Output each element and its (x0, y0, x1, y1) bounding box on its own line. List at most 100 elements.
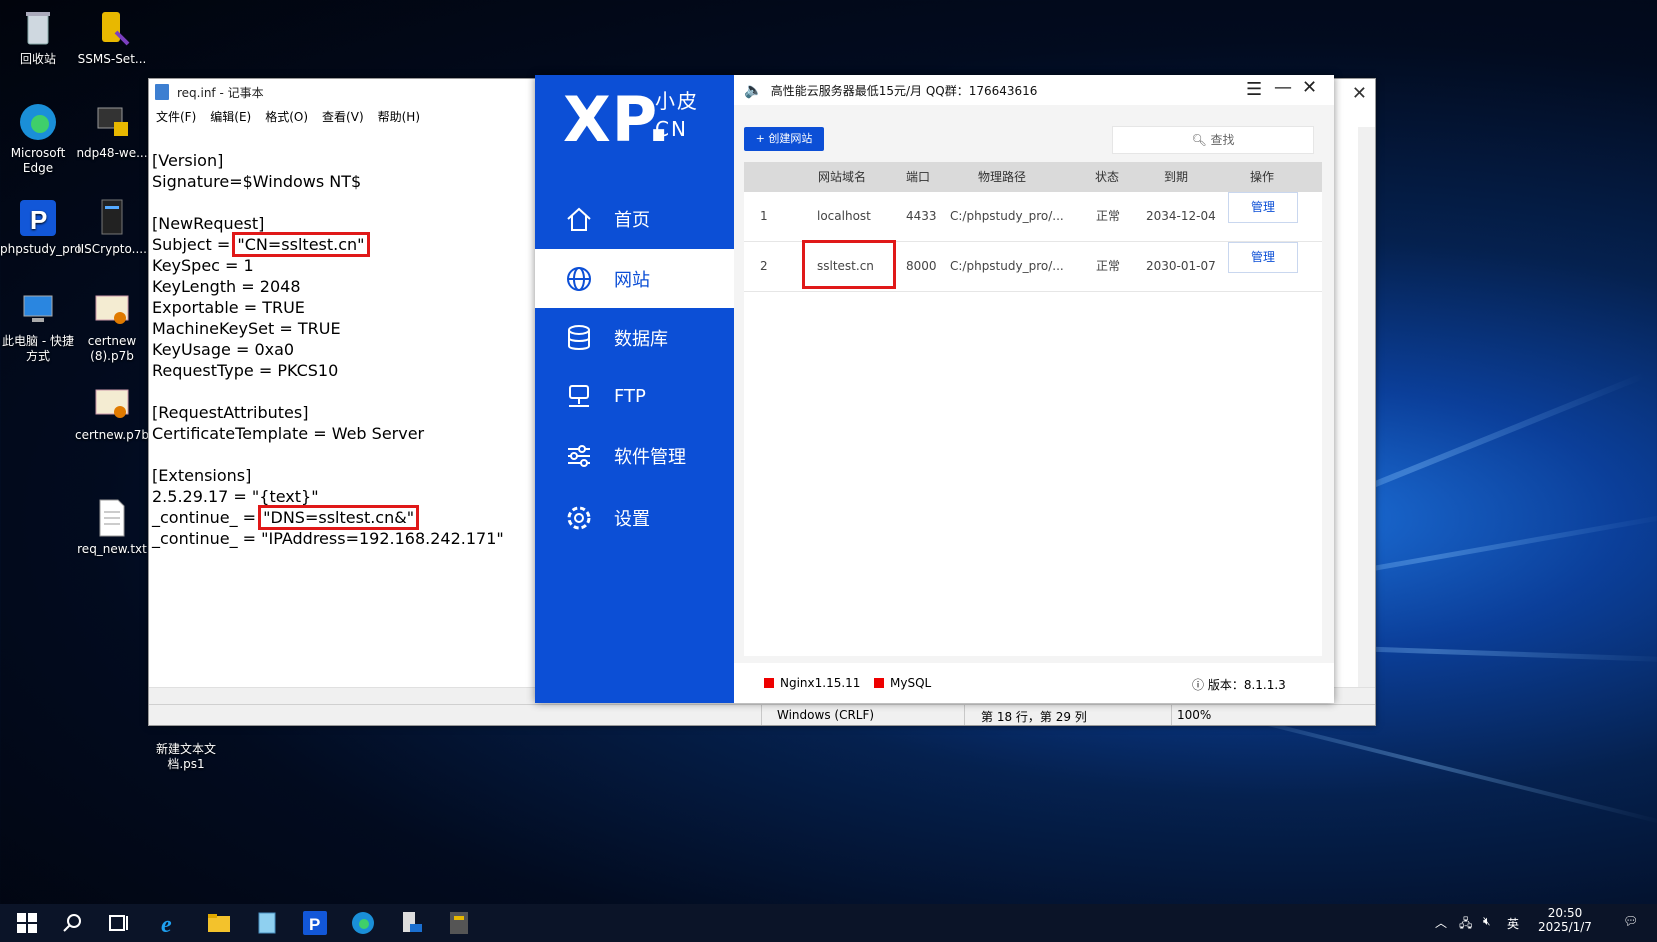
minimize-icon[interactable]: — (1274, 77, 1292, 98)
phpstudy-taskbar-icon[interactable]: P (302, 910, 328, 936)
menu-file[interactable]: 文件(F) (149, 108, 203, 125)
search-placeholder: 查找 (1210, 133, 1235, 147)
status-eol: Windows (CRLF) (777, 708, 875, 722)
desktop-icon-iiscrypto[interactable]: IISCrypto.... (74, 198, 150, 257)
menu-icon[interactable]: ☰ (1246, 79, 1262, 100)
row-expire: 2034-12-04 (1146, 209, 1216, 223)
text-line: Subject = (152, 235, 236, 254)
row-port: 8000 (906, 259, 937, 273)
installer-icon (92, 102, 132, 142)
app-taskbar-icon[interactable] (446, 910, 472, 936)
row-index: 2 (760, 259, 768, 273)
nav-label: FTP (614, 386, 646, 407)
text-line: KeyUsage = 0xa0 (152, 340, 295, 359)
nav-software[interactable]: 软件管理 (535, 426, 734, 485)
network-icon[interactable]: 🖧 (1459, 914, 1472, 935)
nav-database[interactable]: 数据库 (535, 308, 734, 367)
desktop-icon-certnew[interactable]: certnew.p7b (74, 384, 150, 443)
nav-home[interactable]: 首页 (535, 189, 734, 248)
recycle-bin-icon (18, 8, 58, 48)
notification-icon[interactable]: 💬︎ (1623, 914, 1638, 928)
status-divider (964, 705, 965, 725)
manage-button[interactable]: 管理 (1228, 242, 1298, 273)
sliders-icon (568, 444, 590, 467)
notepad-taskbar-icon[interactable] (254, 910, 280, 936)
nav-label: 网站 (614, 269, 650, 291)
row-domain: ssltest.cn (817, 259, 874, 273)
search-icon: 🔍︎ (1191, 133, 1211, 147)
phpstudy-footer: Nginx1.15.11 MySQL ⓘ 版本：8.1.1.3 (734, 663, 1334, 703)
phpstudy-logo-sub: 小皮 CN (655, 87, 699, 143)
logo-small-bottom: CN (655, 117, 688, 141)
col-expire: 到期 (1164, 170, 1189, 184)
status-divider (761, 705, 762, 725)
highlight-dns: "DNS=ssltest.cn&" (258, 505, 420, 530)
task-view-icon[interactable] (106, 910, 132, 936)
desktop-icon-phpstudy[interactable]: P phpstudy_pro (0, 198, 82, 257)
nav-label: 数据库 (614, 328, 668, 350)
svg-text:e: e (161, 912, 172, 936)
status-divider (1171, 705, 1172, 725)
text-line: [Version] (152, 151, 224, 170)
text-line: KeySpec = 1 (152, 256, 254, 275)
ie-icon[interactable]: e (158, 910, 184, 936)
desktop-icon-edge[interactable]: Microsoft Edge (0, 102, 76, 176)
text-line: KeyLength = 2048 (152, 277, 301, 296)
desktop-icon-req-new[interactable]: req_new.txt (74, 498, 150, 557)
row-domain: localhost (817, 209, 871, 223)
server-manager-icon[interactable] (398, 910, 424, 936)
vertical-scrollbar[interactable] (1358, 127, 1375, 688)
desktop-icon-ssms[interactable]: SSMS-Set... (74, 8, 150, 67)
search-input[interactable]: 🔍︎ 查找 (1112, 126, 1314, 154)
system-tray: ︿ 🖧 🔇︎ 英 20:50 2025/1/7 💬︎ (1427, 904, 1657, 942)
ad-text[interactable]: 高性能云服务器最低15元/月 QQ群：176643616 (771, 82, 1038, 99)
volume-icon[interactable]: 🔇︎ (1483, 914, 1491, 929)
row-expire: 2030-01-07 (1146, 259, 1216, 273)
nginx-label: Nginx1.15.11 (780, 676, 861, 690)
nav-settings[interactable]: 设置 (535, 488, 734, 547)
server-icon (92, 198, 132, 238)
notepad-title: req.inf - 记事本 (177, 85, 264, 100)
notepad-text-area[interactable]: [Version] Signature=$Windows NT$ [NewReq… (152, 129, 504, 549)
mysql-status[interactable]: MySQL (874, 676, 931, 690)
nginx-status[interactable]: Nginx1.15.11 (764, 676, 860, 690)
manage-button[interactable]: 管理 (1228, 192, 1298, 223)
edge-icon (18, 102, 58, 142)
clock[interactable]: 20:50 2025/1/7 (1535, 906, 1595, 934)
database-icon (568, 324, 590, 350)
ime-indicator[interactable]: 英 (1507, 915, 1519, 932)
start-icon[interactable] (14, 910, 40, 936)
menu-view[interactable]: 查看(V) (315, 108, 371, 125)
create-website-button[interactable]: + 创建网站 (744, 127, 824, 151)
menu-edit[interactable]: 编辑(E) (203, 108, 258, 125)
globe-icon (567, 266, 591, 291)
desktop-icon-ndp48[interactable]: ndp48-we... (74, 102, 150, 161)
phpstudy-topbar: 🔈 高性能云服务器最低15元/月 QQ群：176643616 ☰ — ✕ (734, 75, 1334, 105)
mysql-label: MySQL (890, 676, 932, 690)
menu-help[interactable]: 帮助(H) (371, 108, 427, 125)
chevron-up-icon[interactable]: ︿ (1435, 914, 1447, 931)
search-icon[interactable] (60, 910, 86, 936)
nav-ftp[interactable]: FTP (535, 367, 734, 426)
table-row[interactable]: 2 ssltest.cn 8000 C:/phpstudy_pro/... 正常… (744, 240, 1322, 292)
computer-icon (18, 290, 58, 330)
text-line: _continue_ = "IPAddress=192.168.242.171" (152, 529, 504, 548)
text-line: [Extensions] (152, 466, 252, 485)
nav-label: 设置 (614, 508, 650, 530)
table-header: 网站域名 端口 物理路径 状态 到期 操作 (744, 162, 1322, 192)
desktop-icon-this-pc[interactable]: 此电脑 - 快捷方式 (0, 290, 76, 364)
menu-format[interactable]: 格式(O) (258, 108, 315, 125)
row-port: 4433 (906, 209, 937, 223)
close-icon[interactable]: ✕ (1302, 77, 1317, 98)
notepad-statusbar: Windows (CRLF) 第 18 行，第 29 列 100% (149, 704, 1375, 725)
table-row[interactable]: 1 localhost 4433 C:/phpstudy_pro/... 正常 … (744, 192, 1322, 242)
edge-taskbar-icon[interactable] (350, 910, 376, 936)
stopped-indicator (764, 678, 774, 688)
desktop-icon-certnew8[interactable]: certnew (8).p7b (74, 290, 150, 364)
file-explorer-icon[interactable] (206, 910, 232, 936)
gear-icon (567, 506, 591, 529)
desktop-icon-recycle-bin[interactable]: 回收站 (0, 8, 76, 67)
notepad-icon (155, 84, 169, 100)
notepad-close-icon[interactable]: ✕ (1352, 83, 1367, 104)
nav-website[interactable]: 网站 (535, 249, 734, 308)
